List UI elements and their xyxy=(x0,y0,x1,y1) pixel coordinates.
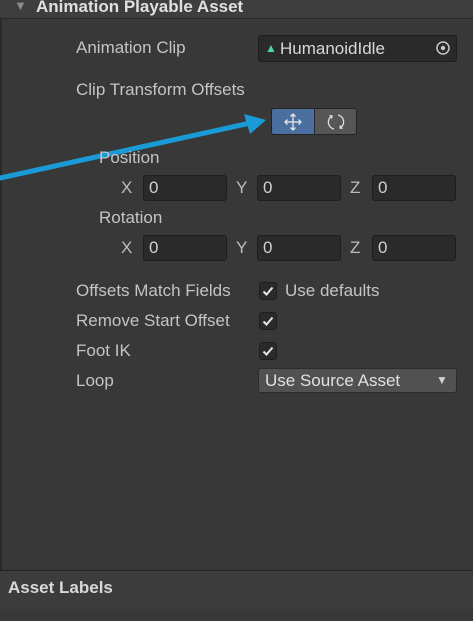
use-defaults-checkbox[interactable] xyxy=(259,282,277,300)
rotation-z-field[interactable]: 0 xyxy=(372,235,456,261)
remove-start-offset-label: Remove Start Offset xyxy=(76,311,230,330)
position-label: Position xyxy=(99,148,160,167)
position-x-label[interactable]: X xyxy=(121,178,132,198)
use-defaults-label[interactable]: Use defaults xyxy=(285,281,380,301)
animation-clip-asset-icon: ▲ xyxy=(265,41,277,55)
loop-dropdown[interactable]: Use Source Asset ▼ xyxy=(258,368,457,393)
loop-label: Loop xyxy=(76,371,114,390)
rotation-x-label[interactable]: X xyxy=(121,238,132,258)
checkmark-icon xyxy=(262,286,274,296)
rotation-label: Rotation xyxy=(99,208,163,227)
position-y-label[interactable]: Y xyxy=(236,178,247,198)
asset-labels-bar[interactable]: Asset Labels xyxy=(0,570,473,610)
rotation-z-label[interactable]: Z xyxy=(350,238,360,258)
foot-ik-checkbox[interactable] xyxy=(259,342,277,360)
asset-labels-title: Asset Labels xyxy=(8,578,113,597)
section-header[interactable]: ▼ Animation Playable Asset xyxy=(0,0,473,19)
dropdown-arrow-icon: ▼ xyxy=(436,373,448,387)
position-x-field[interactable]: 0 xyxy=(143,175,227,201)
rotate-tool-button[interactable] xyxy=(315,109,356,134)
loop-dropdown-value: Use Source Asset xyxy=(265,371,401,390)
position-y-field[interactable]: 0 xyxy=(257,175,341,201)
move-arrows-icon xyxy=(282,111,304,138)
checkmark-icon xyxy=(262,346,274,356)
checkmark-icon xyxy=(262,316,274,326)
foldout-triangle-icon[interactable]: ▼ xyxy=(14,0,27,13)
animation-clip-value: HumanoidIdle xyxy=(280,39,385,58)
section-title: Animation Playable Asset xyxy=(36,0,244,16)
animation-clip-label: Animation Clip xyxy=(76,38,186,57)
left-border xyxy=(0,18,2,570)
position-z-label[interactable]: Z xyxy=(350,178,360,198)
remove-start-offset-checkbox[interactable] xyxy=(259,312,277,330)
position-z-field[interactable]: 0 xyxy=(372,175,456,201)
offsets-match-fields-label: Offsets Match Fields xyxy=(76,281,231,300)
animation-clip-field[interactable]: ▲ HumanoidIdle xyxy=(258,35,457,62)
transform-mode-toggle-group xyxy=(271,108,357,135)
object-picker-icon[interactable] xyxy=(435,40,451,61)
rotation-y-field[interactable]: 0 xyxy=(257,235,341,261)
foot-ik-label: Foot IK xyxy=(76,341,131,360)
footer-strip xyxy=(0,609,473,621)
clip-transform-offsets-label: Clip Transform Offsets xyxy=(76,80,245,99)
rotation-x-field[interactable]: 0 xyxy=(143,235,227,261)
rotate-arrows-icon xyxy=(325,111,347,138)
rotation-y-label[interactable]: Y xyxy=(236,238,247,258)
